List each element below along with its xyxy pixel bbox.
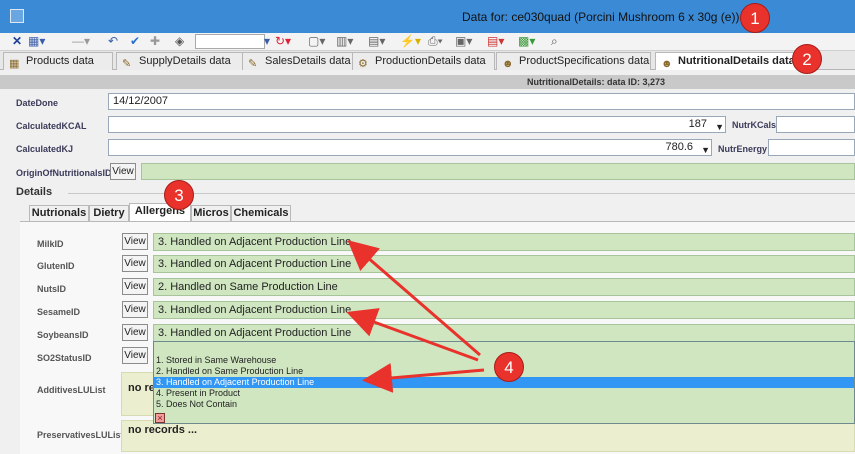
nutrenergy-label: NutrEnergy xyxy=(718,144,768,154)
datedone-label: DateDone xyxy=(16,98,59,108)
undo-icon[interactable]: ↶ xyxy=(108,34,118,49)
report-icon[interactable]: ▤▾ xyxy=(487,34,504,49)
gluten-lookup-field[interactable]: 3. Handled on Adjacent Production Line xyxy=(153,255,855,273)
calculatedkcal-field[interactable]: 187 ▼ xyxy=(108,116,726,133)
soybeans-lookup-field[interactable]: 3. Handled on Adjacent Production Line xyxy=(153,324,855,342)
glutenid-label: GlutenID xyxy=(37,261,75,271)
nutrkcals-label: NutrKCals xyxy=(732,120,777,130)
minus-icon[interactable]: —▾ xyxy=(72,34,90,49)
tab-dietry[interactable]: Dietry xyxy=(89,205,129,222)
tab-label: ProductSpecifications data xyxy=(519,55,650,67)
lightning-icon[interactable]: ⚡▾ xyxy=(400,34,421,49)
sesame-view-button[interactable]: View xyxy=(122,301,148,318)
sesameid-label: SesameID xyxy=(37,307,81,317)
originofnutritionals-label: OriginOfNutritionalsID xyxy=(16,168,112,178)
soybeans-view-button[interactable]: View xyxy=(122,324,148,341)
plus-icon[interactable]: ✚ xyxy=(150,34,160,49)
so2statusid-label: SO2StatusID xyxy=(37,353,92,363)
nutrenergy-field[interactable] xyxy=(768,139,855,156)
pencil-icon: ✎ xyxy=(122,58,132,70)
gluten-view-button[interactable]: View xyxy=(122,255,148,272)
chevron-down-icon[interactable]: ▼ xyxy=(701,143,710,158)
user-icon: ☻ xyxy=(661,58,673,70)
window-titlebar: Data for: ce030quad (Porcini Mushroom 6 … xyxy=(0,0,855,33)
grid-menu-icon[interactable]: ▦▾ xyxy=(28,34,45,49)
tab-label: Products data xyxy=(26,55,94,67)
nuts-view-button[interactable]: View xyxy=(122,278,148,295)
annotation-badge-4: 4 xyxy=(494,352,524,382)
tab-products[interactable]: ▦ Products data xyxy=(3,52,113,70)
origin-view-button[interactable]: View xyxy=(110,163,136,180)
chart-icon[interactable]: ▩▾ xyxy=(518,34,535,49)
nuts-lookup-field[interactable]: 2. Handled on Same Production Line xyxy=(153,278,855,296)
tab-productiondetails[interactable]: ⚙ ProductionDetails data xyxy=(352,52,495,70)
clear-x-icon[interactable]: × xyxy=(155,413,165,423)
calculatedkcal-label: CalculatedKCAL xyxy=(16,121,87,131)
tab-label: SalesDetails data xyxy=(265,55,351,67)
tab-salesdetails[interactable]: ✎ SalesDetails data xyxy=(242,52,360,70)
details-section-title: Details xyxy=(16,186,53,198)
gear-icon: ⚙ xyxy=(358,58,368,70)
chevron-down-icon[interactable]: ▼ xyxy=(715,120,724,135)
calculatedkj-label: CalculatedKJ xyxy=(16,144,74,154)
eraser-icon[interactable]: ◈ xyxy=(175,34,184,49)
nutsid-label: NutsID xyxy=(37,284,66,294)
table-icon[interactable]: ▥▾ xyxy=(336,34,353,49)
close-icon[interactable]: ✕ xyxy=(12,34,22,49)
milk-lookup-field[interactable]: 3. Handled on Adjacent Production Line xyxy=(153,233,855,251)
toolbar: ✕ ▦▾ —▾ ↶ ✔ ✚ ◈ ▾ ↻▾ ▢▾ ▥▾ ▤▾ ⚡▾ ⎙▾ ▣▾ ▤… xyxy=(0,33,855,51)
dropdown-option[interactable]: 5. Does Not Contain xyxy=(154,399,854,410)
form-icon[interactable]: ▤▾ xyxy=(368,34,385,49)
annotation-badge-1: 1 xyxy=(740,3,770,33)
tab-label: SupplyDetails data xyxy=(139,55,231,67)
check-icon[interactable]: ✔ xyxy=(130,34,140,49)
milkid-label: MilkID xyxy=(37,239,64,249)
annotation-badge-2: 2 xyxy=(792,44,822,74)
dropdown-option[interactable]: 4. Present in Product xyxy=(154,388,854,399)
soybeansid-label: SoybeansID xyxy=(37,330,89,340)
annotation-badge-3: 3 xyxy=(164,180,194,210)
preservatives-list[interactable]: no records ... xyxy=(121,420,855,452)
tab-nutritionaldetails[interactable]: ☻ NutritionalDetails data xyxy=(655,52,810,70)
preservativeslulist-label: PreservativesLUList xyxy=(37,430,124,440)
milk-view-button[interactable]: View xyxy=(122,233,148,250)
tab-label: ProductionDetails data xyxy=(375,55,486,67)
user-icon: ☻ xyxy=(502,58,514,70)
app-icon xyxy=(10,9,24,23)
so2status-view-button[interactable]: View xyxy=(122,347,148,364)
dropdown-chevron-icon[interactable]: ▾ xyxy=(264,34,270,49)
sesame-lookup-field[interactable]: 3. Handled on Adjacent Production Line xyxy=(153,301,855,319)
toolbar-search-input[interactable] xyxy=(195,34,265,49)
window-title: Data for: ce030quad (Porcini Mushroom 6 … xyxy=(462,10,740,24)
tab-nutrionals[interactable]: Nutrionals xyxy=(29,205,89,222)
record-info-bar: NutritionalDetails: data ID: 3,273 xyxy=(0,75,855,89)
print-icon[interactable]: ⎙▾ xyxy=(428,34,443,49)
tab-micros[interactable]: Micros xyxy=(191,205,231,222)
calculatedkcal-value: 187 xyxy=(688,118,707,130)
page-tabstrip: ▦ Products data ✎ SupplyDetails data ✎ Sale… xyxy=(0,51,855,70)
nutrkcals-field[interactable] xyxy=(776,116,855,133)
export-icon[interactable]: ▣▾ xyxy=(455,34,472,49)
table-icon: ▦ xyxy=(9,58,20,70)
tab-supplydetails[interactable]: ✎ SupplyDetails data xyxy=(116,52,254,70)
pencil-icon: ✎ xyxy=(248,58,258,70)
refresh-icon[interactable]: ↻▾ xyxy=(275,34,291,49)
document-icon[interactable]: ▢▾ xyxy=(308,34,325,49)
tab-label: NutritionalDetails data xyxy=(678,55,795,67)
additiveslulist-label: AdditivesLUList xyxy=(37,385,106,395)
origin-lookup-field[interactable] xyxy=(141,163,855,180)
calculatedkj-value: 780.6 xyxy=(665,141,693,153)
datedone-field[interactable]: 14/12/2007 xyxy=(108,93,855,110)
tab-chemicals[interactable]: Chemicals xyxy=(231,205,291,222)
binoculars-icon[interactable]: ⌕ xyxy=(551,34,558,49)
calculatedkj-field[interactable]: 780.6 ▼ xyxy=(108,139,712,156)
tab-productspecifications[interactable]: ☻ ProductSpecifications data xyxy=(496,52,651,70)
